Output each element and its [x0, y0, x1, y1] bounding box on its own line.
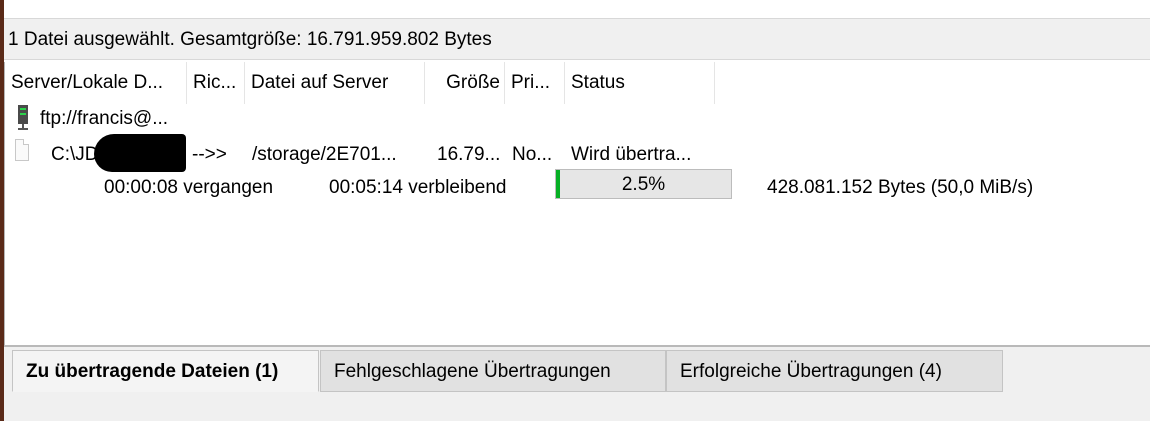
server-icon	[18, 105, 28, 130]
transfer-status: Wird übertra...	[571, 144, 692, 165]
redaction-mark	[94, 134, 186, 172]
column-header-local-file[interactable]: Server/Lokale D...	[5, 62, 187, 104]
tab-successful-transfers[interactable]: Erfolgreiche Übertragungen (4)	[666, 350, 1003, 392]
progress-percent: 2.5%	[621, 174, 666, 195]
local-file-path[interactable]: C:\JD	[51, 144, 99, 166]
tab-queued-files[interactable]: Zu übertragende Dateien (1)	[12, 350, 319, 392]
selection-status-bar: 1 Datei ausgewählt. Gesamtgröße: 16.791.…	[4, 18, 1150, 60]
column-header-row: Server/Lokale D... Ric... Datei auf Serv…	[5, 62, 1150, 104]
queue-tab-strip: Zu übertragende Dateien (1) Fehlgeschlag…	[4, 345, 1150, 421]
file-icon	[15, 139, 29, 161]
column-header-direction[interactable]: Ric...	[187, 62, 245, 104]
remaining-time: 00:05:14 verbleibend	[329, 177, 507, 198]
transfer-progress-bar: 2.5%	[555, 169, 732, 199]
tab-failed-transfers[interactable]: Fehlgeschlagene Übertragungen	[320, 350, 666, 392]
column-header-priority[interactable]: Pri...	[505, 62, 565, 104]
column-header-status[interactable]: Status	[565, 62, 715, 104]
column-header-size[interactable]: Größe	[425, 62, 505, 104]
transfer-rate: 428.081.152 Bytes (50,0 MiB/s)	[767, 177, 1034, 198]
file-priority: No...	[512, 144, 553, 165]
remote-file-path[interactable]: /storage/2E701...	[252, 144, 397, 166]
top-area	[4, 0, 1150, 18]
transfer-queue-list[interactable]: Server/Lokale D... Ric... Datei auf Serv…	[4, 62, 1150, 345]
column-header-remote-file[interactable]: Datei auf Server	[245, 62, 425, 104]
server-label[interactable]: ftp://francis@...	[40, 108, 168, 130]
transfer-direction: -->>	[192, 144, 227, 165]
elapsed-time: 00:00:08 vergangen	[104, 177, 274, 198]
selection-status-text: 1 Datei ausgewählt. Gesamtgröße: 16.791.…	[8, 29, 492, 50]
file-size: 16.79...	[437, 144, 501, 165]
